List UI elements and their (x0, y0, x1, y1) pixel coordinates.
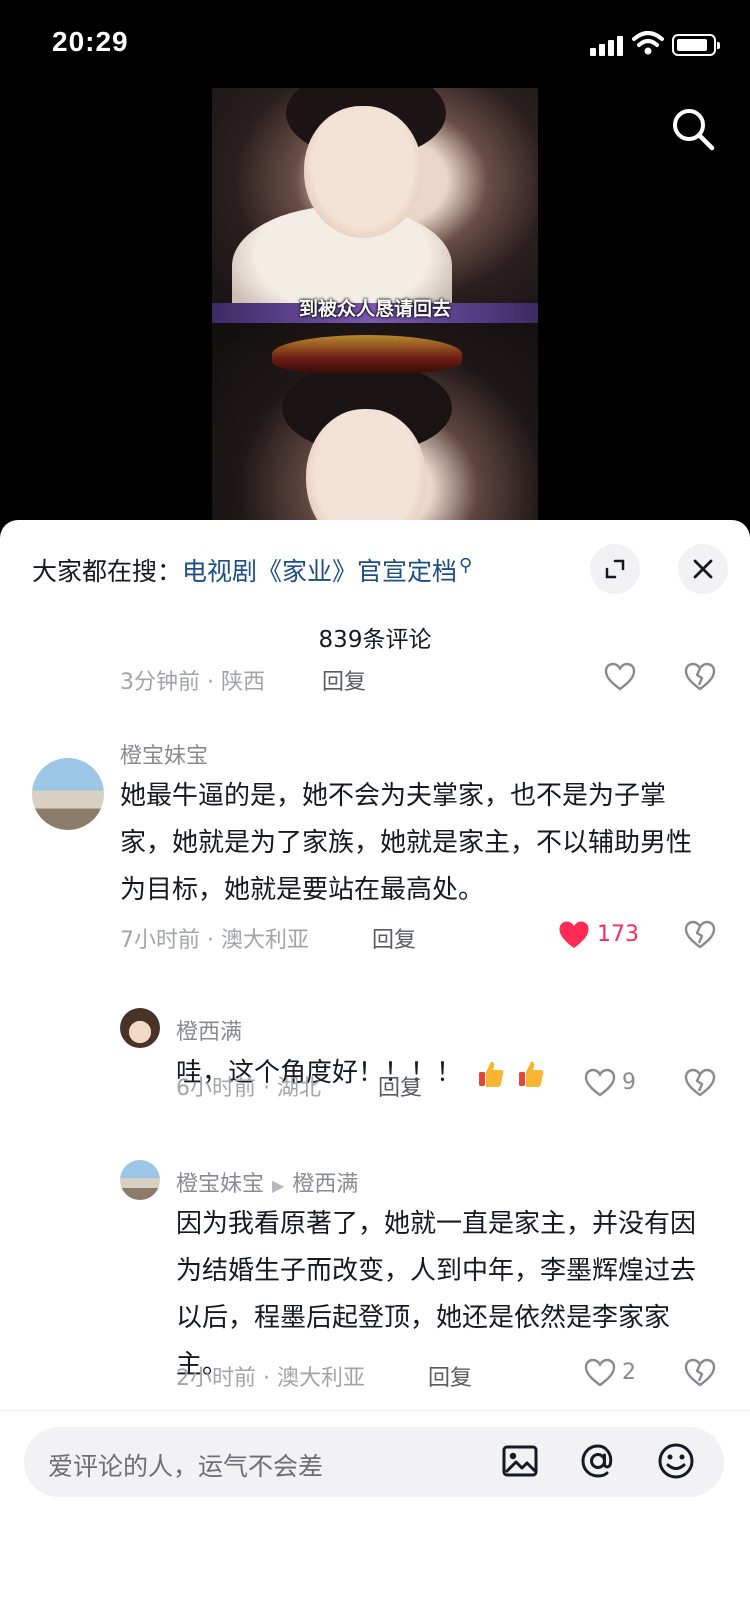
cellular-signal-icon (590, 34, 626, 56)
small-search-icon: ⚲ (459, 554, 473, 576)
reply-to-arrow-icon: ▶ (272, 1175, 285, 1195)
comment-meta: 7小时前 · 澳大利亚 (120, 928, 309, 953)
status-bar: 20:29 (0, 0, 750, 90)
hot-search-prefix: 大家都在搜： (32, 557, 183, 586)
like-icon[interactable] (583, 1066, 617, 1100)
like-icon[interactable] (603, 660, 637, 694)
hot-search-link[interactable]: 电视剧《家业》官宣定档 (182, 557, 457, 586)
close-icon (693, 559, 713, 579)
avatar[interactable] (120, 1160, 160, 1200)
wifi-icon (632, 31, 664, 55)
comment-input-bar: 爱评论的人，运气不会差 (0, 1410, 750, 1624)
comment-username[interactable]: 橙宝妹宝 (176, 1172, 264, 1197)
dislike-icon[interactable] (683, 1066, 717, 1100)
avatar[interactable] (32, 758, 104, 830)
dislike-icon[interactable] (683, 660, 717, 694)
reply-button[interactable]: 回复 (378, 1070, 422, 1102)
comment-meta: 3分钟前 · 陕西 (120, 670, 265, 695)
like-icon-filled[interactable] (557, 918, 591, 952)
like-icon[interactable] (583, 1356, 617, 1390)
thumbs-up-emoji-icon (519, 1061, 544, 1087)
comment-username-row: 橙宝妹宝 ▶ 橙西满 (176, 1166, 358, 1198)
thumbs-up-emoji-icon (479, 1061, 504, 1087)
close-button[interactable] (678, 544, 728, 594)
video-subtitle: 到被众人恳请回去 (298, 298, 451, 320)
video-frame-bottom (212, 323, 538, 530)
comment-meta: 6小时前 · 湖北 (176, 1076, 321, 1101)
reply-button[interactable]: 回复 (322, 664, 366, 696)
status-time: 20:29 (52, 26, 129, 57)
comment-username[interactable]: 橙宝妹宝 (120, 738, 208, 770)
hot-search-bar[interactable]: 大家都在搜：电视剧《家业》官宣定档 ⚲ (32, 552, 472, 588)
like-count: 173 (597, 922, 639, 947)
emoji-icon[interactable] (656, 1441, 696, 1481)
video-frame-top (212, 88, 538, 326)
expand-button[interactable] (590, 544, 640, 594)
mention-icon[interactable] (578, 1441, 618, 1481)
image-icon[interactable] (500, 1441, 540, 1481)
reply-to-username[interactable]: 橙西满 (292, 1172, 358, 1197)
expand-icon (605, 559, 625, 579)
reply-button[interactable]: 回复 (372, 922, 416, 954)
battery-icon (672, 34, 720, 56)
reply-button[interactable]: 回复 (428, 1360, 472, 1392)
comment-input-placeholder: 爱评论的人，运气不会差 (48, 1452, 324, 1481)
comment-input[interactable]: 爱评论的人，运气不会差 (24, 1427, 724, 1497)
dislike-icon[interactable] (683, 918, 717, 952)
like-count: 9 (622, 1070, 636, 1095)
search-icon[interactable] (670, 106, 716, 152)
like-count: 2 (622, 1360, 636, 1385)
comment-meta: 2小时前 · 澳大利亚 (176, 1366, 365, 1391)
dislike-icon[interactable] (683, 1356, 717, 1390)
video-player[interactable]: 到被众人恳请回去 (212, 88, 538, 530)
comment-count: 839条评论 (318, 627, 432, 653)
comment-username[interactable]: 橙西满 (176, 1014, 242, 1046)
comment-text: 她最牛逼的是，她不会为夫掌家，也不是为子掌家，她就是为了家族，她就是家主，不以辅… (120, 781, 693, 905)
avatar[interactable] (120, 1008, 160, 1048)
